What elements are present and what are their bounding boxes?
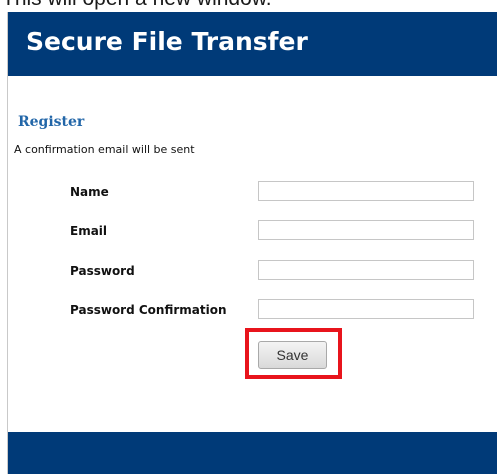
password-confirmation-label: Password Confirmation — [70, 303, 227, 317]
secure-file-transfer-window: Secure File Transfer Register A confirma… — [7, 12, 497, 474]
register-heading: Register — [18, 114, 85, 130]
top-caption: This will open a new window. — [2, 0, 272, 11]
save-button[interactable]: Save — [258, 341, 327, 369]
password-field[interactable] — [258, 260, 474, 280]
password-label: Password — [70, 264, 135, 278]
password-confirmation-field[interactable] — [258, 299, 474, 319]
name-field[interactable] — [258, 181, 474, 201]
name-label: Name — [70, 185, 109, 199]
page-title: Secure File Transfer — [26, 27, 308, 56]
footer-band — [8, 432, 497, 474]
page: This will open a new window. Secure File… — [0, 0, 497, 474]
email-label: Email — [70, 224, 108, 238]
header-band: Secure File Transfer — [8, 12, 497, 76]
register-subtitle: A confirmation email will be sent — [14, 143, 195, 156]
email-field[interactable] — [258, 220, 474, 240]
